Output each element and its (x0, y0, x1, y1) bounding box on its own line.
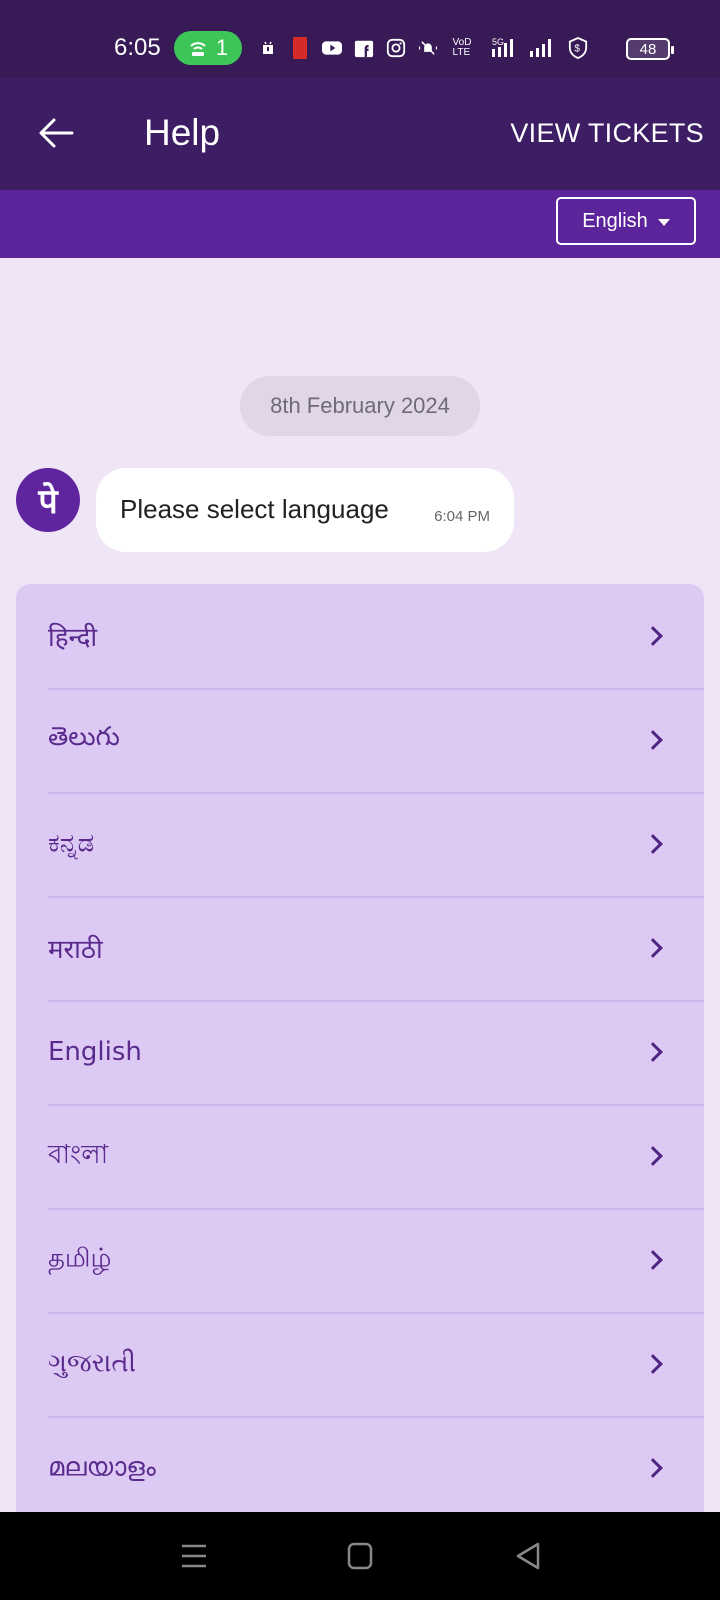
language-option-hindi[interactable]: हिन्दी (16, 584, 704, 688)
language-label: हिन्दी (48, 623, 98, 653)
notification-icon (258, 38, 278, 58)
signal-icon (528, 38, 556, 58)
page-title: Help (144, 112, 221, 153)
language-label: ಕನ್ನಡ (48, 828, 95, 859)
chevron-right-icon (643, 626, 663, 646)
shield-dollar-icon: $ (568, 37, 588, 59)
square-icon (347, 1542, 373, 1570)
red-app-icon (290, 37, 310, 59)
chevron-right-icon (643, 1042, 663, 1062)
language-list: हिन्दी తెలుగు ಕನ್ನಡ मराठी English বাংলা … (16, 584, 704, 1514)
language-label: తెలుగు (48, 722, 120, 752)
chevron-right-icon (643, 1458, 663, 1478)
chevron-right-icon (643, 938, 663, 958)
language-label: മലയാളം (48, 1452, 156, 1483)
language-option-telugu[interactable]: తెలుగు (16, 688, 704, 792)
mute-icon (418, 38, 438, 58)
chevron-right-icon (643, 834, 663, 854)
date-chip: 8th February 2024 (240, 376, 480, 436)
svg-text:5G: 5G (492, 37, 504, 47)
battery-icon: 48 (626, 38, 674, 60)
back-nav-button[interactable] (510, 1538, 546, 1574)
hotspot-count: 1 (215, 35, 229, 60)
chevron-right-icon (643, 1354, 663, 1374)
language-option-kannada[interactable]: ಕನ್ನಡ (16, 792, 704, 896)
language-label: मराठी (48, 935, 103, 965)
caret-down-icon (657, 218, 670, 226)
back-button[interactable] (34, 110, 80, 156)
svg-text:$: $ (574, 44, 580, 55)
chat-message-time: 6:04 PM (434, 508, 490, 525)
triangle-back-icon (516, 1542, 540, 1570)
instagram-icon (386, 38, 406, 58)
chevron-right-icon (643, 1250, 663, 1270)
5g-signal-icon: 5G (486, 37, 516, 58)
language-label: English (48, 1037, 142, 1067)
status-bar: 6:05 1 VoD LTE 5G $ 48 (0, 0, 720, 78)
phonepe-avatar: पे (16, 468, 80, 532)
system-nav-bar (0, 1512, 720, 1600)
language-option-tamil[interactable]: தமிழ் (16, 1208, 704, 1312)
language-dropdown[interactable]: English (556, 197, 696, 245)
youtube-icon (322, 38, 342, 58)
app-bar: Help VIEW TICKETS (0, 78, 720, 190)
chat-message-bubble: Please select language 6:04 PM (96, 468, 514, 552)
language-dropdown-value: English (582, 209, 648, 232)
language-label: ગુજરાતી (48, 1348, 137, 1379)
hotspot-indicator: 1 (174, 31, 242, 65)
volte-icon: VoD LTE (452, 37, 472, 58)
language-option-bengali[interactable]: বাংলা (16, 1104, 704, 1208)
chevron-right-icon (643, 1146, 663, 1166)
status-time: 6:05 (114, 34, 161, 61)
view-tickets-button[interactable]: VIEW TICKETS (510, 118, 704, 149)
language-bar: English (0, 190, 720, 258)
home-button[interactable] (342, 1538, 378, 1574)
language-label: தமிழ் (48, 1243, 112, 1274)
language-option-english[interactable]: English (16, 1000, 704, 1104)
language-option-malayalam[interactable]: മലയാളം (16, 1416, 704, 1514)
language-option-gujarati[interactable]: ગુજરાતી (16, 1312, 704, 1416)
language-option-marathi[interactable]: मराठी (16, 896, 704, 1000)
recents-button[interactable] (176, 1538, 212, 1574)
hotspot-icon (190, 42, 206, 56)
chevron-right-icon (643, 730, 663, 750)
chat-message-text: Please select language (120, 494, 389, 524)
facebook-icon (354, 38, 374, 58)
language-label: বাংলা (48, 1140, 109, 1170)
menu-icon (182, 1544, 206, 1568)
arrow-left-icon (39, 118, 74, 148)
